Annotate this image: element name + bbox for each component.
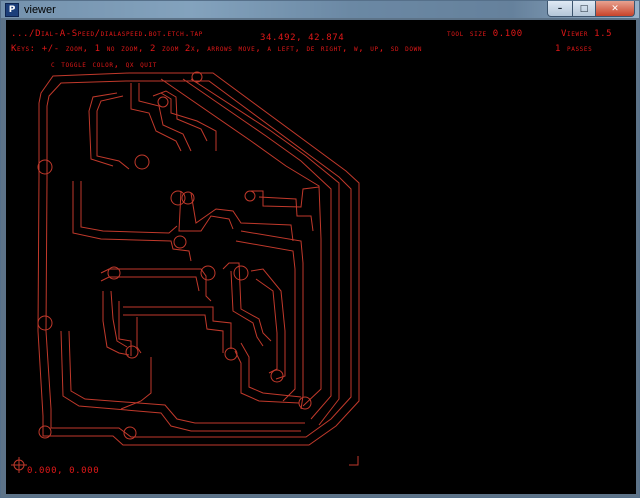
- pad: [125, 345, 139, 359]
- keys-help-line: Keys: +/- zoom, 1 no zoom, 2 zoom 2x, ar…: [11, 44, 423, 54]
- trace: [182, 78, 332, 420]
- extent-corner-marker: [349, 456, 359, 466]
- pad: [244, 190, 256, 202]
- minimize-icon: –: [557, 3, 563, 14]
- pad: [270, 369, 284, 383]
- trace: [100, 268, 212, 302]
- viewer-version-label: Viewer 1.5: [561, 29, 613, 39]
- trace: [250, 268, 286, 380]
- pad: [233, 265, 249, 281]
- pad: [134, 154, 150, 170]
- trace: [240, 342, 302, 398]
- window-title: viewer: [24, 4, 56, 16]
- processing-app-icon: P: [5, 3, 19, 17]
- trace: [96, 95, 130, 170]
- pad: [170, 190, 186, 206]
- board-outline-inner: [45, 80, 352, 438]
- trace: [160, 78, 322, 407]
- trace: [118, 301, 132, 356]
- tool-size-label: tool size 0.100: [447, 29, 523, 39]
- pad: [173, 235, 187, 249]
- file-path-label: .../Dial-A-Speed/dialaspeed.bot.etch.tap: [11, 29, 203, 39]
- trace: [88, 92, 118, 167]
- trace: [235, 240, 296, 402]
- trace: [136, 317, 142, 354]
- maximize-icon: □: [579, 3, 589, 14]
- pad: [37, 315, 53, 331]
- pad: [157, 96, 169, 108]
- caption-buttons: – □ ✕: [547, 1, 635, 17]
- trace: [178, 190, 234, 232]
- trace: [230, 270, 264, 347]
- pad: [200, 265, 216, 281]
- trace: [123, 314, 224, 353]
- viewer-canvas[interactable]: .../Dial-A-Speed/dialaspeed.bot.etch.tap…: [6, 20, 636, 494]
- trace: [120, 357, 152, 410]
- trace: [255, 278, 278, 374]
- trace: [68, 330, 305, 424]
- pad: [37, 159, 53, 175]
- trace: [222, 262, 272, 342]
- maximize-button[interactable]: □: [573, 1, 596, 17]
- pad: [224, 347, 238, 361]
- etch-traces: [37, 72, 360, 446]
- title-bar[interactable]: P viewer – □ ✕: [1, 1, 639, 19]
- cursor-coordinates: 34.492, 42.874: [260, 33, 345, 43]
- trace: [258, 196, 314, 232]
- trace: [190, 78, 340, 426]
- keys-help-line-2: c toggle color, qx quit: [51, 60, 157, 70]
- pads: [37, 71, 312, 440]
- minimize-button[interactable]: –: [547, 1, 573, 17]
- trace: [190, 192, 294, 242]
- origin-marker: [11, 457, 27, 473]
- trace: [60, 330, 301, 432]
- trace: [80, 181, 178, 234]
- close-button[interactable]: ✕: [596, 1, 635, 17]
- origin-coordinates: 0.000, 0.000: [27, 466, 100, 476]
- passes-label: 1 passes: [555, 44, 593, 54]
- viewer-window: P viewer – □ ✕ .../Dial-A-Speed/dialaspe…: [0, 0, 640, 498]
- board-outline: [37, 72, 360, 446]
- pad: [298, 396, 312, 410]
- trace: [160, 92, 217, 151]
- close-icon: ✕: [611, 3, 619, 14]
- trace: [123, 306, 232, 349]
- pcb-toolpath-drawing: [11, 71, 360, 473]
